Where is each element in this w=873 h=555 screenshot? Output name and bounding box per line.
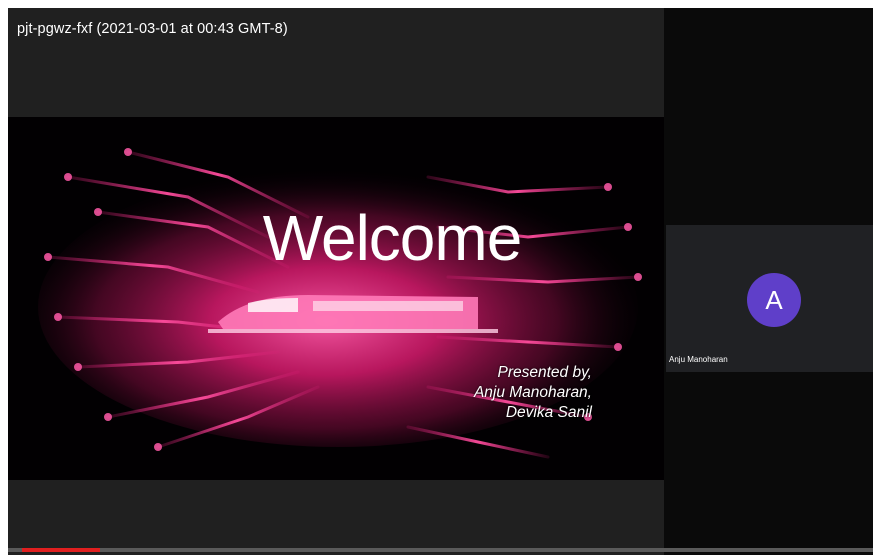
controls-bar (8, 480, 664, 555)
presented-by-label: Presented by, (497, 364, 593, 381)
participants-panel: A Anju Manoharan (664, 8, 873, 555)
avatar: A (747, 273, 801, 327)
playback-progress-fill (22, 548, 100, 552)
presenter-name: Anju Manoharan, (473, 384, 592, 401)
circuit-train-artwork (38, 148, 642, 459)
participant-tile[interactable]: A Anju Manoharan (666, 225, 873, 372)
presenter-name: Devika Sanil (505, 404, 592, 421)
meeting-recording-player: pjt-pgwz-fxf (2021-03-01 at 00:43 GMT-8) (8, 8, 873, 555)
slide-heading: Welcome (262, 202, 523, 274)
presenter-credits: Presented by, Anju Manoharan, Devika San… (474, 363, 592, 423)
presentation-slide: Welcome Presented by, Anju Manoharan, De… (8, 117, 664, 480)
participant-name: Anju Manoharan (669, 355, 728, 364)
title-bar: pjt-pgwz-fxf (2021-03-01 at 00:43 GMT-8) (8, 8, 664, 117)
meeting-title: pjt-pgwz-fxf (2021-03-01 at 00:43 GMT-8) (17, 21, 288, 37)
playback-progress-bar[interactable] (8, 548, 873, 552)
